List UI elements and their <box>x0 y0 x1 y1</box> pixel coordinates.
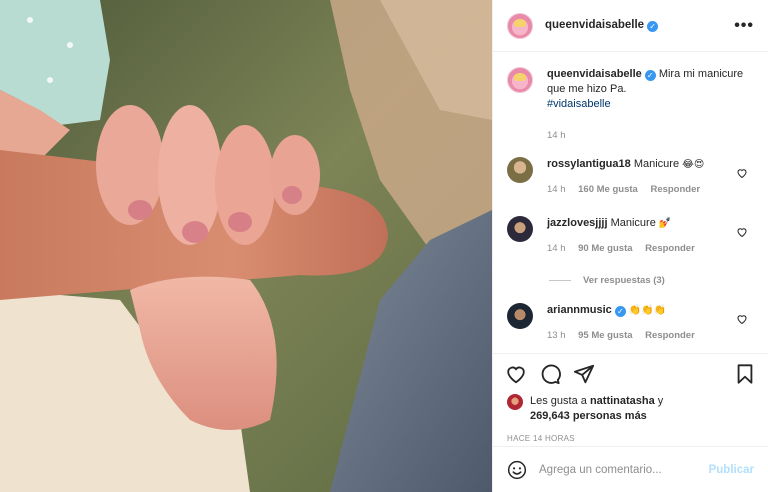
comment-input[interactable] <box>539 463 709 476</box>
reply-button[interactable]: Responder <box>650 184 700 195</box>
emoji-smiley-icon[interactable] <box>507 460 527 480</box>
comments-list[interactable]: queenvidaisabelle ✓ Mira mi manicure que … <box>493 53 768 353</box>
instagram-post-window: queenvidaisabelle ✓ ••• queenvidaisabelle… <box>0 0 768 492</box>
author-username[interactable]: queenvidaisabelle ✓ <box>545 19 659 32</box>
caption-body: queenvidaisabelle ✓ Mira mi manicure que … <box>547 67 754 143</box>
view-replies-label[interactable]: Ver respuestas (3) <box>583 275 665 286</box>
more-options-icon[interactable]: ••• <box>734 17 754 35</box>
commenter-username[interactable]: jazzlovesjjjj <box>547 217 608 229</box>
comment-bubble-icon[interactable] <box>539 363 561 385</box>
caption-meta: 14 h <box>547 128 754 143</box>
verified-badge-icon: ✓ <box>647 21 659 32</box>
comment-body: rossylantigua18 Manicure 😂😍 14 h 160 Me … <box>547 157 754 197</box>
comment-body: ariannmusic ✓ 👏👏👏 13 h 95 Me gusta Respon… <box>547 303 754 343</box>
likes-summary: Les gusta a nattinatasha y 269,643 perso… <box>493 394 768 424</box>
likes-prefix: Les gusta a <box>530 395 587 407</box>
post-header: queenvidaisabelle ✓ ••• <box>493 0 768 52</box>
liker-username[interactable]: nattinatasha <box>590 395 655 407</box>
reply-button[interactable]: Responder <box>645 243 695 254</box>
post-timestamp[interactable]: HACE 14 HORAS <box>493 434 768 443</box>
caption-time[interactable]: 14 h <box>547 130 566 141</box>
comment-like-heart-icon[interactable] <box>736 313 748 325</box>
comment-text: Manicure <box>610 217 656 229</box>
publish-button[interactable]: Publicar <box>709 464 754 476</box>
caption-author-avatar[interactable] <box>507 67 533 93</box>
share-send-icon[interactable] <box>573 363 595 385</box>
comment-meta: 14 h 90 Me gusta Responder <box>547 241 754 256</box>
comment-emoji: 💅 <box>658 218 672 229</box>
commenter-avatar[interactable] <box>507 303 533 329</box>
comment-row: jazzlovesjjjj Manicure 💅 14 h 90 Me gust… <box>507 216 754 256</box>
view-replies-button[interactable]: Ver respuestas (3) <box>549 275 665 286</box>
comment-row: ariannmusic ✓ 👏👏👏 13 h 95 Me gusta Respon… <box>507 303 754 343</box>
comment-meta: 13 h 95 Me gusta Responder <box>547 328 754 343</box>
caption-hashtag[interactable]: #vidaisabelle <box>547 98 611 110</box>
comment-text: Manicure <box>633 158 680 170</box>
comment-body: jazzlovesjjjj Manicure 💅 14 h 90 Me gust… <box>547 216 754 256</box>
post-side-panel: queenvidaisabelle ✓ ••• queenvidaisabelle… <box>492 0 768 492</box>
comment-time[interactable]: 14 h <box>547 243 566 254</box>
comment-emoji: 👏👏👏 <box>628 305 667 316</box>
replies-divider <box>549 280 571 281</box>
add-comment-bar: Publicar <box>493 446 768 492</box>
likes-text: Les gusta a nattinatasha y 269,643 perso… <box>530 394 663 424</box>
comment-meta: 14 h 160 Me gusta Responder <box>547 182 754 197</box>
commenter-avatar[interactable] <box>507 216 533 242</box>
liker-avatar[interactable] <box>507 394 523 410</box>
author-username-text[interactable]: queenvidaisabelle <box>545 19 644 31</box>
comment-likes[interactable]: 160 Me gusta <box>578 184 638 195</box>
verified-badge-icon: ✓ <box>614 306 626 317</box>
commenter-username[interactable]: rossylantigua18 <box>547 158 631 170</box>
action-bar <box>493 354 768 394</box>
commenter-username[interactable]: ariannmusic <box>547 304 612 316</box>
comment-emoji: 😂😍 <box>682 159 705 170</box>
caption-row: queenvidaisabelle ✓ Mira mi manicure que … <box>507 67 754 143</box>
likes-suffix: y <box>657 395 664 407</box>
likes-count[interactable]: 269,643 personas más <box>530 410 647 422</box>
verified-badge-icon: ✓ <box>644 70 656 81</box>
like-heart-icon[interactable] <box>505 363 527 385</box>
baby-hand-photo <box>0 0 492 492</box>
reply-button[interactable]: Responder <box>645 330 695 341</box>
comment-time[interactable]: 13 h <box>547 330 566 341</box>
comment-row: rossylantigua18 Manicure 😂😍 14 h 160 Me … <box>507 157 754 197</box>
comment-like-heart-icon[interactable] <box>736 226 748 238</box>
comment-likes[interactable]: 90 Me gusta <box>578 243 632 254</box>
save-bookmark-icon[interactable] <box>734 363 756 385</box>
comment-likes[interactable]: 95 Me gusta <box>578 330 632 341</box>
post-actions: Les gusta a nattinatasha y 269,643 perso… <box>493 353 768 443</box>
commenter-avatar[interactable] <box>507 157 533 183</box>
comment-time[interactable]: 14 h <box>547 184 566 195</box>
caption-author[interactable]: queenvidaisabelle <box>547 68 642 80</box>
comment-like-heart-icon[interactable] <box>736 167 748 179</box>
author-avatar[interactable] <box>507 12 533 39</box>
post-photo[interactable] <box>0 0 492 492</box>
